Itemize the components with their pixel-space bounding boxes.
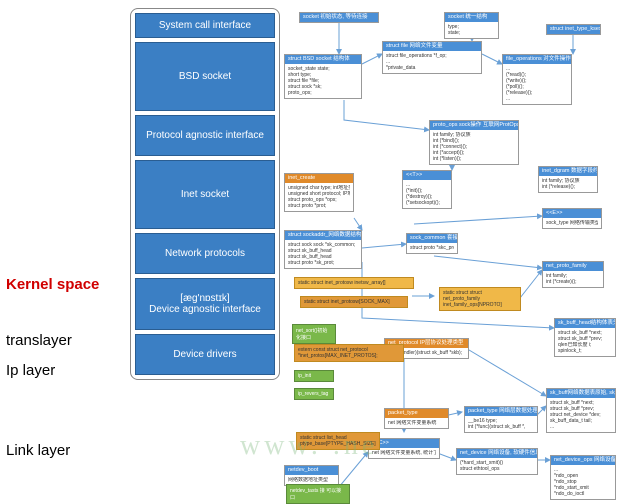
node-n10: inet_dgram 数据字段约定int family; 协议族int (*re… [538,166,598,193]
orange-block-ob3: static struct struct net_proto_family in… [439,287,521,311]
node-n7: proto_ops sock操作 互联网ProtOpsint family; 协… [429,120,519,165]
orange-block-ob2: static struct inet_protosw[SOCK_MAX] [300,296,408,308]
node-header: sk_buff网络数据表原始, sk_buff报 [547,389,615,398]
node-n20: net_device 网络设备, 软硬件信息维护(*hard_start_xmi… [456,448,538,475]
node-header: packet_type 网络层数据处理 [465,407,537,416]
node-header: struct inet_type_ksex [547,25,600,34]
node-header: inet_dgram 数据字段约定 [539,167,597,176]
stack-box-3: Inet socket [135,160,275,229]
watermark: www. .ne [240,430,378,462]
node-body: struct sk_buff *next;struct sk_buff *pre… [547,398,615,432]
node-header: net_device 网络设备, 软硬件信息维护 [457,449,537,458]
node-n3: struct inet_type_ksex [546,24,601,35]
node-n19: packet_type 网络层数据处理__be16 type;int (*fun… [464,406,538,433]
node-n12: struct sockaddr_网络数据结构struct sock sock *… [284,230,362,269]
node-n22: net_device_ops 网络设备...*ndo_open*ndo_stop… [550,455,616,500]
node-header: net_device_ops 网络设备 [551,456,615,465]
green-block-gb2: ip_init [294,370,334,382]
node-body: (*hard_start_xmit)()struct ethtool_ops [457,458,537,474]
node-body: sock_type 网络传输类型 [543,218,601,228]
side-label-3: Link layer [6,442,70,459]
node-n15: sk_buff_head结构体表头, sk_buff链表struct sk_bu… [554,318,616,357]
orange-block-ob1: static struct inet_protosw inetsw_array[… [294,277,414,289]
node-n17: sk_buff网络数据表原始, sk_buff报struct sk_buff *… [546,388,616,433]
node-body: struct sock sock *sk_common;struct sk_bu… [285,240,361,268]
node-body: struct file_operations *f_op;...*private… [383,51,481,73]
green-block-gb1: net_sort()初始化接口 [292,324,336,344]
node-body: __be16 type;int (*func)(struct sk_buff *… [465,416,537,432]
orange-block-ob4: extern const struct net_protocol *inet_p… [294,344,404,362]
node-body: ...*ndo_open*ndo_stop*ndo_start_xmit*ndo… [551,465,615,499]
node-n9: <<T>>...(*init)();(*destroy)();(*setsock… [402,170,452,209]
node-body: struct sk_buff *next;struct sk_buff *pre… [555,328,615,356]
arrow-10 [434,256,542,268]
arrow-1 [362,54,382,64]
stack-box-4: Network protocols [135,233,275,274]
arrow-8 [414,216,542,224]
node-header: socket 统一结构 [445,13,498,22]
node-header: inet_create [285,174,353,183]
node-header: socket 初始状态, 等待连接 [300,13,378,22]
node-header: <<E>> [543,209,601,218]
stack-box-2: Protocol agnostic interface [135,115,275,156]
arrow-3 [482,54,502,64]
node-header: sock_common 套接字通用 [407,234,457,243]
node-header: struct file 网络文件变量 [383,42,481,51]
node-body: ...(*init)();(*destroy)();(*setsockopt)(… [403,180,451,208]
node-header: net_proto_family [543,262,603,271]
arrow-13 [520,270,542,298]
green-block-gb4: netdev_tasts 接 可以接口 [286,484,350,504]
node-header: packet_type [385,409,448,418]
node-body: ...(*read)();(*write)();(*poll)();(*rele… [503,64,571,104]
arrow-5 [344,100,429,130]
stack-box-5: [æg'nɒstɪk] Device agnostic interface [135,278,275,330]
node-body: struct proto *skc_prot; [407,243,457,253]
side-label-0: Kernel space [6,276,99,293]
node-body: socket_state state;short type;struct fil… [285,64,361,98]
side-label-1: translayer [6,332,72,349]
arrow-9 [362,244,406,248]
node-n23: netdev_boot网络数据地址类型 [284,465,339,486]
node-n5: struct file 网络文件变量struct file_operations… [382,41,482,74]
node-body: type;state; [445,22,498,38]
node-n6: file_operations 对文件操作集...(*read)();(*wri… [502,54,572,105]
arrow-7 [354,218,362,230]
node-n4: struct BSD socket 结构体socket_state state;… [284,54,362,99]
stack-box-6: Device drivers [135,334,275,375]
node-header: struct BSD socket 结构体 [285,55,361,64]
side-label-2: Ip layer [6,362,55,379]
node-n18: packet_typenet 网络文件变量系统 [384,408,449,429]
kernel-stack: System call interface BSD socketProtocol … [130,8,280,380]
node-n1: socket 初始状态, 等待连接 [299,12,379,23]
node-body: int family; 协议族int (*release)(); [539,176,597,192]
node-header: <<T>> [403,171,451,180]
node-n2: socket 统一结构type;state; [444,12,499,39]
node-body: unsigned char type; int地址类型unsigned shor… [285,183,353,211]
diagram-canvas: socket 初始状态, 等待连接socket 统一结构type;state;s… [284,8,620,498]
node-body: net 网络文件变量系统 [385,418,448,428]
node-header: file_operations 对文件操作集 [503,55,571,64]
node-header: netdev_boot [285,466,338,475]
node-n8: inet_createunsigned char type; int地址类型un… [284,173,354,212]
node-header: proto_ops sock操作 互联网ProtOps [430,121,518,130]
node-body: int family;int (*create)(); [543,271,603,287]
node-n14: net_proto_familyint family;int (*create)… [542,261,604,288]
node-body: int family; 协议族int (*bind)();int (*conne… [430,130,518,164]
arrow-15 [464,347,546,396]
node-header: struct sockaddr_网络数据结构 [285,231,361,240]
node-n13: sock_common 套接字通用struct proto *skc_prot; [406,233,458,254]
stack-box-1: BSD socket [135,42,275,111]
node-header: sk_buff_head结构体表头, sk_buff链表 [555,319,615,328]
green-block-gb3: ip_revers_tag [294,388,334,400]
stack-box-0: System call interface [135,13,275,38]
node-n11: <<E>>sock_type 网络传输类型 [542,208,602,229]
